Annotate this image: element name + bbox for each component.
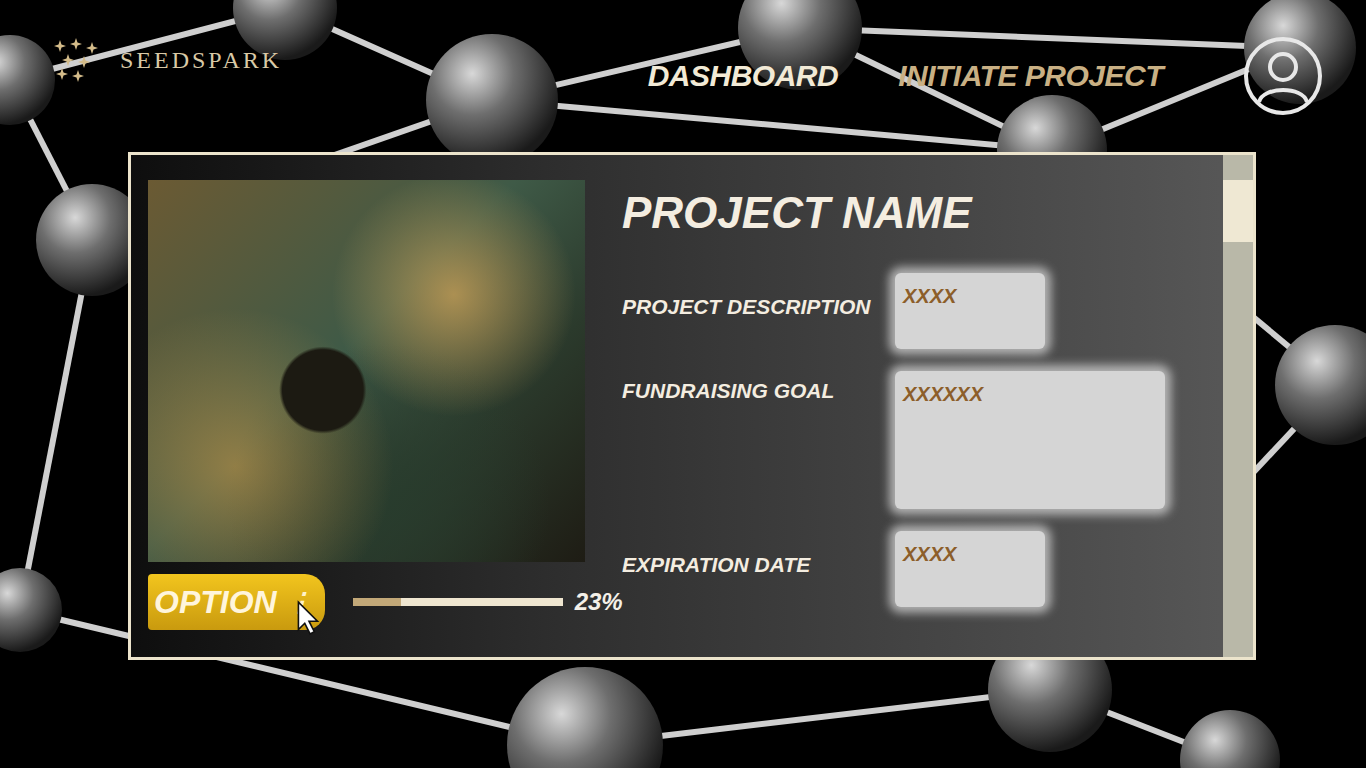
field-row: EXPIRATION DATE XXXX bbox=[622, 531, 1223, 607]
page: SEEDSPARK DASHBOARD INITIATE PROJECT OPTI… bbox=[0, 0, 1366, 768]
field-value-text: XXXXXX bbox=[903, 383, 983, 405]
field-value[interactable]: XXXX bbox=[895, 531, 1045, 607]
field-row: FUNDRAISING GOAL XXXXXX bbox=[622, 371, 1223, 509]
nav: DASHBOARD INITIATE PROJECT bbox=[648, 36, 1323, 116]
field-value[interactable]: XXXX bbox=[895, 273, 1045, 349]
project-title: PROJECT NAME bbox=[622, 188, 1223, 239]
field-value-text: XXXX bbox=[903, 543, 956, 565]
option-label: OPTION bbox=[154, 584, 277, 621]
sparkle-logo-icon bbox=[50, 36, 114, 84]
progress-fill bbox=[353, 598, 401, 606]
controls-row: OPTION ⋮ 23% bbox=[148, 574, 585, 630]
scrollbar[interactable] bbox=[1223, 155, 1253, 657]
field-value-text: XXXX bbox=[903, 285, 956, 307]
progress-reading: 23% bbox=[575, 588, 623, 616]
media-column: OPTION ⋮ 23% bbox=[148, 180, 585, 657]
project-image bbox=[148, 180, 585, 562]
scrollbar-thumb[interactable] bbox=[1223, 180, 1253, 242]
field-row: PROJECT DESCRIPTION XXXX bbox=[622, 273, 1223, 349]
logo-text: SEEDSPARK bbox=[120, 47, 282, 74]
field-label: PROJECT DESCRIPTION bbox=[622, 273, 895, 319]
logo[interactable]: SEEDSPARK bbox=[50, 36, 282, 84]
nav-item[interactable]: INITIATE PROJECT bbox=[898, 59, 1163, 93]
progress-bar bbox=[353, 598, 563, 606]
project-card: OPTION ⋮ 23% PROJECT NAME PROJECT DESCRI… bbox=[128, 152, 1256, 660]
header: SEEDSPARK DASHBOARD INITIATE PROJECT bbox=[0, 0, 1366, 152]
field-label: FUNDRAISING GOAL bbox=[622, 371, 895, 403]
user-profile-icon[interactable] bbox=[1243, 36, 1323, 116]
nav-item[interactable]: DASHBOARD bbox=[648, 59, 839, 93]
mouse-cursor-icon bbox=[296, 600, 322, 636]
field-value[interactable]: XXXXXX bbox=[895, 371, 1165, 509]
details-column: PROJECT NAME PROJECT DESCRIPTION XXXX FUN… bbox=[585, 180, 1223, 657]
field-label: EXPIRATION DATE bbox=[622, 531, 895, 577]
